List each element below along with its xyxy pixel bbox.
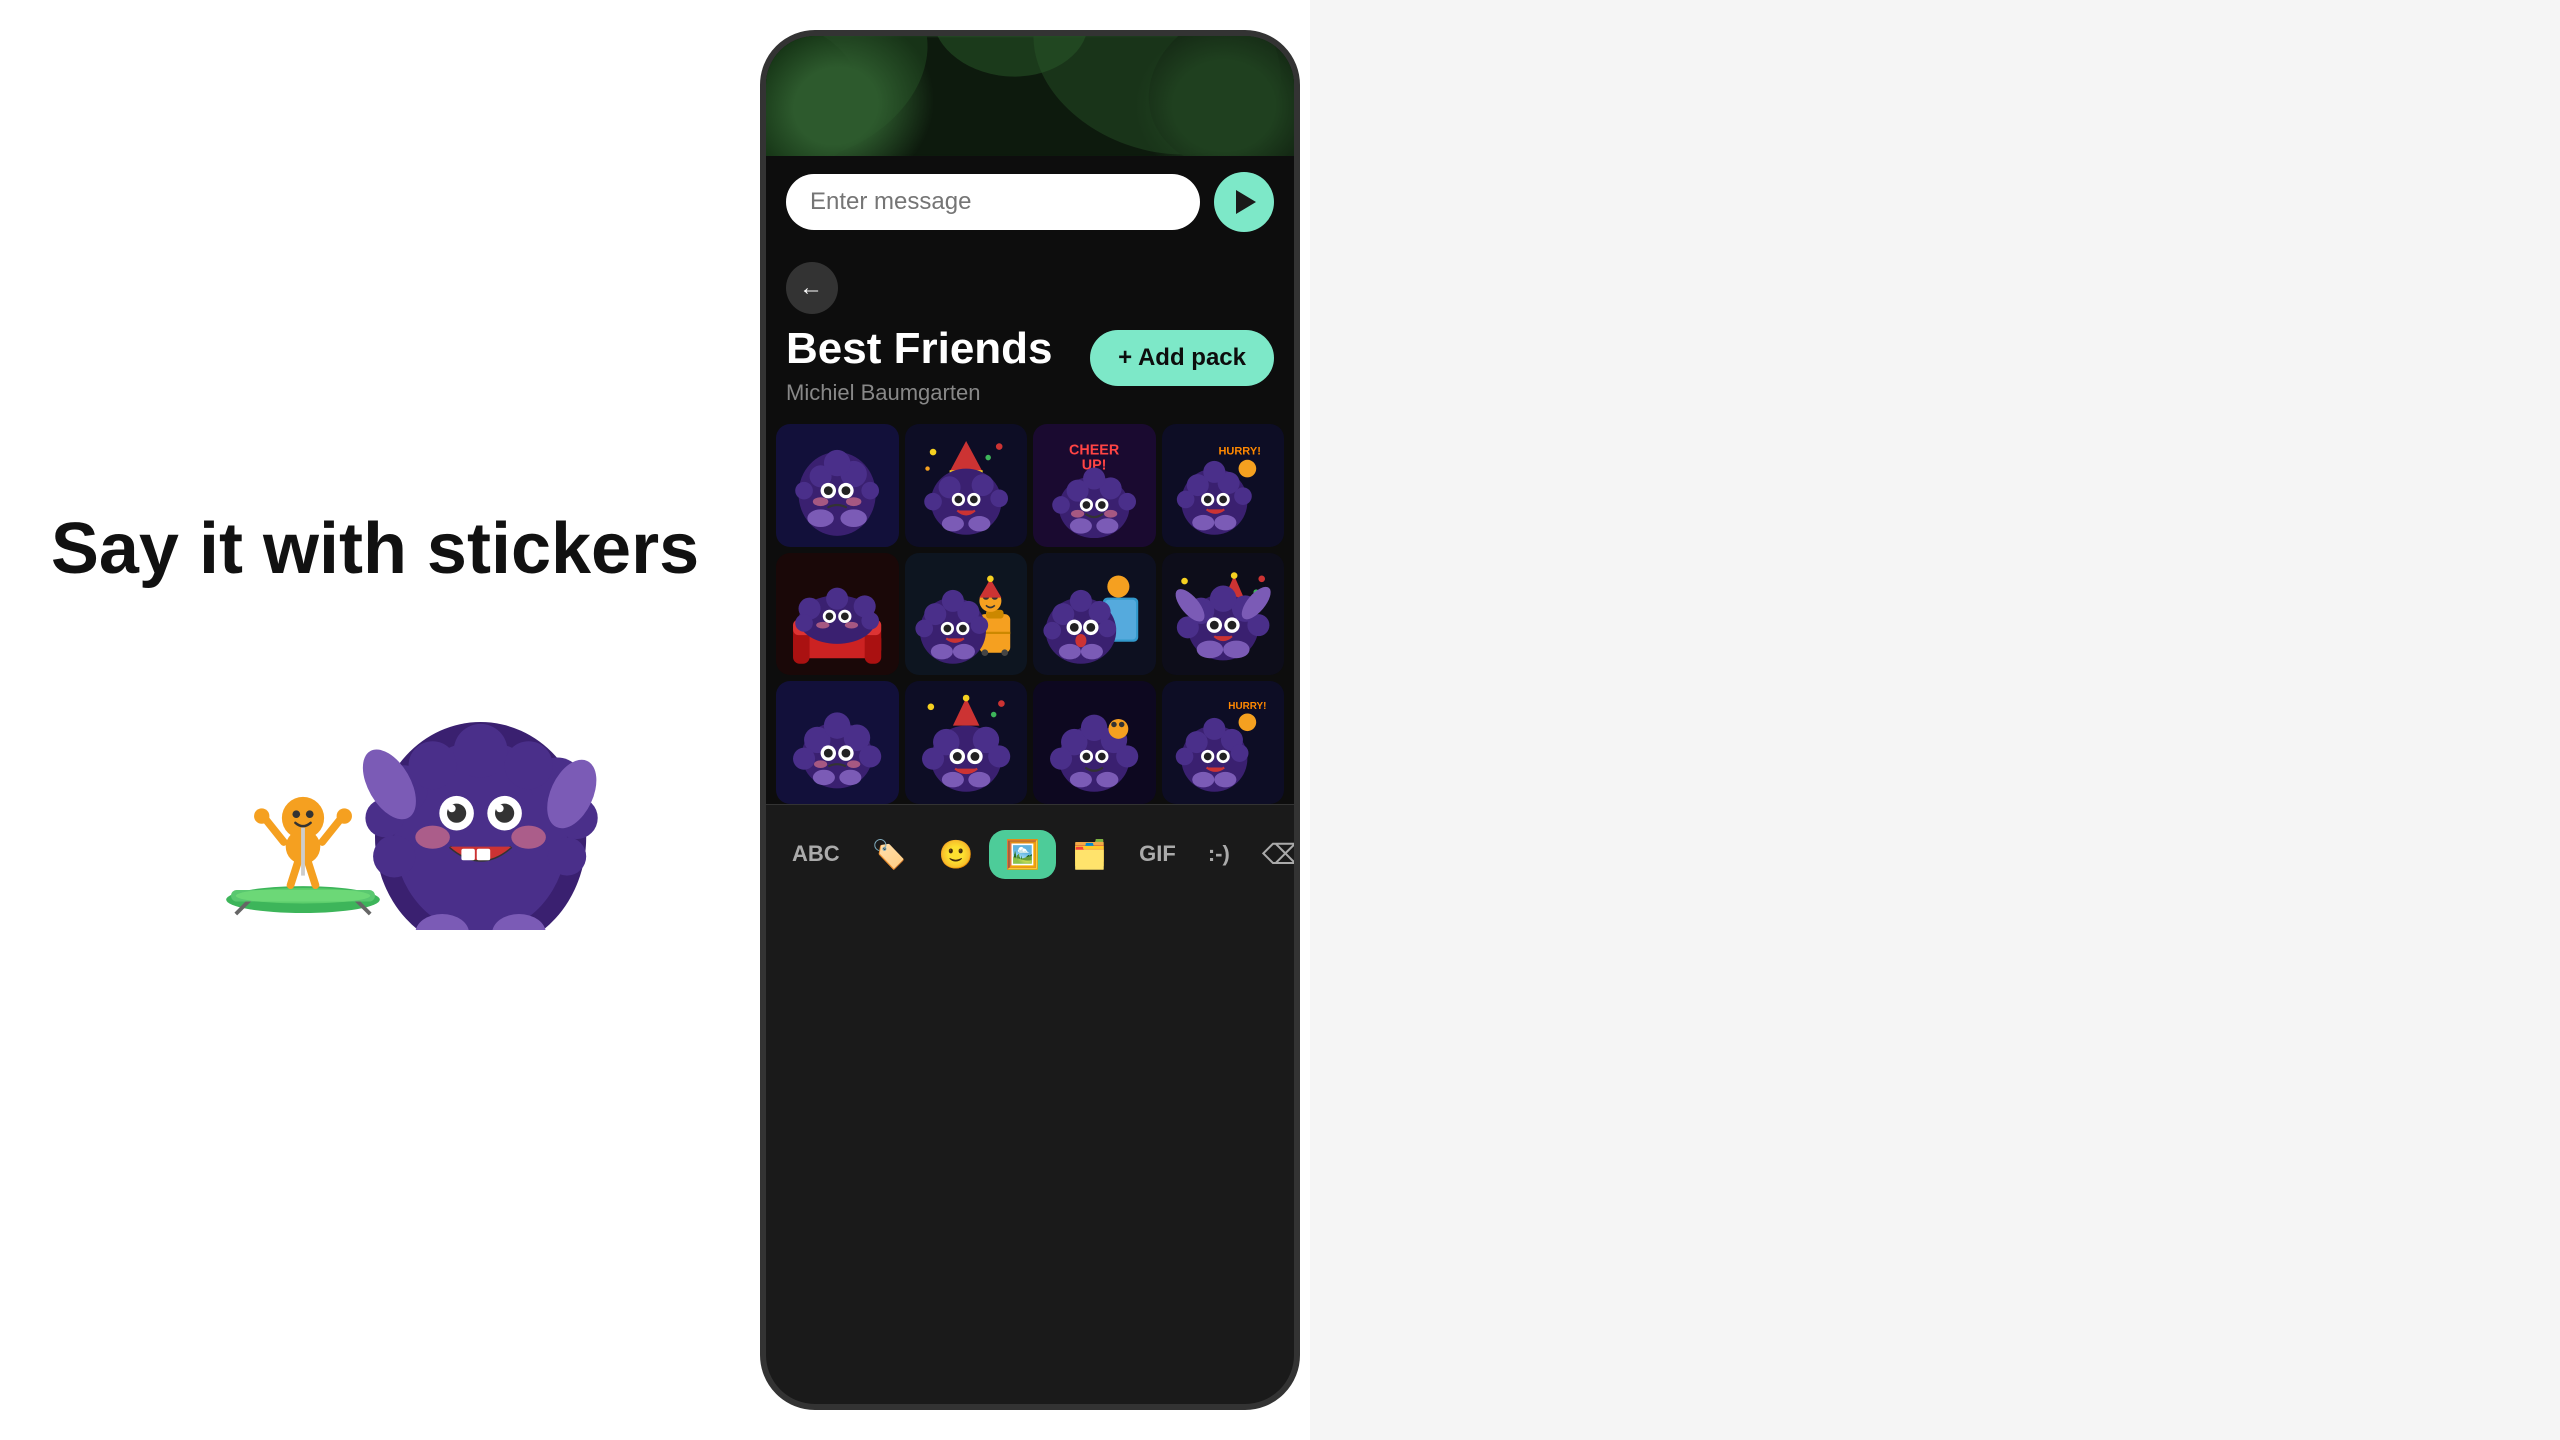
delete-icon: ⌫ [1262, 838, 1300, 871]
toolbar-sticker-pack[interactable]: 🏷️ [856, 830, 923, 879]
bottom-toolbar: ABC 🏷️ 🙂 🖼️ 🗂️ GIF :-) ⌫ [766, 804, 1294, 904]
sticker-cell-5[interactable] [776, 553, 899, 676]
back-button[interactable]: ← [786, 262, 838, 314]
sticker-cell-9[interactable] [776, 681, 899, 804]
sticker-cell-6[interactable] [905, 553, 1028, 676]
svg-text:CHEER: CHEER [1069, 442, 1120, 458]
message-input[interactable] [786, 174, 1200, 230]
sticker-cell-3[interactable]: CHEER UP! [1033, 424, 1156, 547]
toolbar-gif-alt[interactable]: 🗂️ [1056, 830, 1123, 879]
pack-info: Best Friends Michiel Baumgarten [786, 324, 1053, 406]
toolbar-gif-label: GIF [1139, 841, 1176, 867]
sticker-cell-12[interactable]: HURRY! [1162, 681, 1285, 804]
send-icon [1236, 190, 1256, 214]
sticker-cell-1[interactable] [776, 424, 899, 547]
right-panel [1310, 0, 2560, 1440]
sticker-icon: 🖼️ [1005, 838, 1040, 871]
sticker-panel: ← Best Friends Michiel Baumgarten + Add … [766, 248, 1294, 804]
sticker-cell-10[interactable] [905, 681, 1028, 804]
message-bar [766, 156, 1294, 248]
toolbar-gif[interactable]: GIF [1123, 833, 1192, 875]
pack-header: Best Friends Michiel Baumgarten + Add pa… [766, 324, 1294, 424]
svg-text:HURRY!: HURRY! [1228, 701, 1266, 712]
sticker-cell-11[interactable] [1033, 681, 1156, 804]
sticker-illustration [135, 650, 615, 930]
svg-text:HURRY!: HURRY! [1218, 445, 1260, 457]
sticker-cell-2[interactable] [905, 424, 1028, 547]
toolbar-delete[interactable]: ⌫ [1246, 830, 1300, 879]
sticker-cell-7[interactable] [1033, 553, 1156, 676]
toolbar-abc-label: ABC [792, 841, 840, 867]
toolbar-smileys[interactable]: :-) [1192, 833, 1246, 875]
left-panel: Say it with stickers [0, 0, 750, 1440]
back-row: ← [766, 248, 1294, 324]
phone-background [766, 36, 1294, 156]
toolbar-sticker[interactable]: 🖼️ [989, 830, 1056, 879]
bg-leaves [766, 36, 1294, 156]
phone: ← Best Friends Michiel Baumgarten + Add … [760, 30, 1300, 1410]
sticker-cell-4[interactable]: HURRY! [1162, 424, 1285, 547]
pack-title: Best Friends [786, 324, 1053, 374]
add-pack-label: + Add pack [1118, 344, 1246, 372]
headline: Say it with stickers [11, 510, 739, 589]
emoji-icon: 🙂 [939, 838, 974, 871]
gif-alt-icon: 🗂️ [1072, 838, 1107, 871]
toolbar-emoji[interactable]: 🙂 [923, 830, 990, 879]
sticker-grid: CHEER UP! [766, 424, 1294, 804]
toolbar-abc[interactable]: ABC [776, 833, 856, 875]
toolbar-smileys-label: :-) [1208, 841, 1230, 867]
sticker-pack-icon: 🏷️ [872, 838, 907, 871]
sticker-cell-8[interactable] [1162, 553, 1285, 676]
back-arrow-icon: ← [799, 274, 823, 302]
send-button[interactable] [1214, 172, 1274, 232]
phone-container: ← Best Friends Michiel Baumgarten + Add … [750, 0, 1310, 1440]
add-pack-button[interactable]: + Add pack [1090, 330, 1274, 386]
illustration-svg [135, 610, 615, 930]
pack-author: Michiel Baumgarten [786, 380, 1053, 406]
